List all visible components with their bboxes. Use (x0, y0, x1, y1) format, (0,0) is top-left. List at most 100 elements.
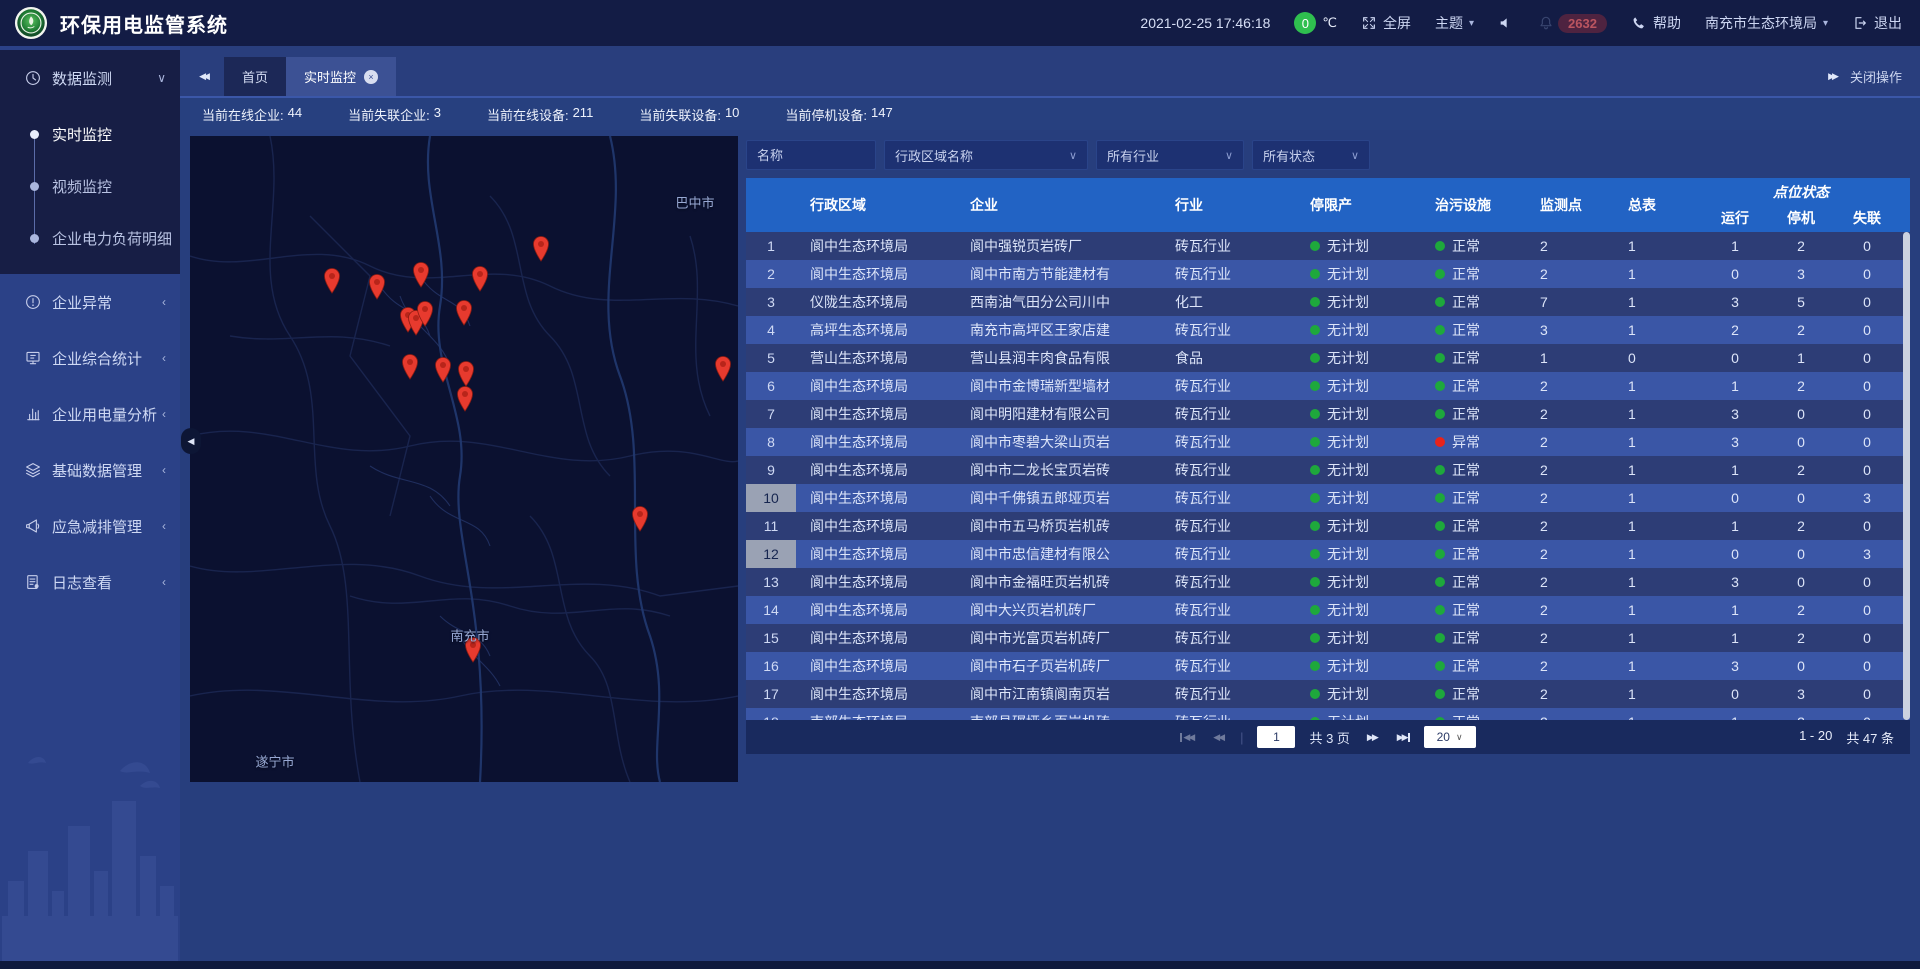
sidebar-item[interactable]: 企业异常‹ (0, 274, 180, 330)
page-size-value: 20 (1437, 730, 1450, 744)
status-text: 无计划 (1327, 712, 1369, 720)
cell-industry: 砖瓦行业 (1161, 540, 1296, 568)
table-row[interactable]: 17阆中生态环境局阆中市江南镇阆南页岩砖瓦行业无计划正常21030 (746, 680, 1910, 708)
row-index: 10 (746, 484, 796, 512)
map-pin[interactable] (322, 266, 342, 294)
table-row[interactable]: 5营山生态环境局营山县润丰肉食品有限食品无计划正常10010 (746, 344, 1910, 372)
table-row[interactable]: 10阆中生态环境局阆中千佛镇五郎垭页岩砖瓦行业无计划正常21003 (746, 484, 1910, 512)
table-row[interactable]: 6阆中生态环境局阆中市金博瑞新型墙材砖瓦行业无计划正常21120 (746, 372, 1910, 400)
cell-region: 阆中生态环境局 (796, 484, 956, 512)
sidebar-item[interactable]: 日志查看‹ (0, 554, 180, 610)
status-text: 正常 (1452, 628, 1480, 648)
table-scrollbar[interactable] (1903, 232, 1910, 720)
chevron-down-icon: ∨ (1351, 149, 1359, 162)
help-button[interactable]: 帮助 (1631, 13, 1681, 33)
close-tab-icon[interactable]: × (364, 70, 378, 84)
stat-value: 211 (573, 105, 594, 124)
sidebar-item[interactable]: 数据监测∨ (0, 50, 180, 106)
sidebar-subitem[interactable]: 实时监控 (0, 108, 180, 160)
company-name-input[interactable] (746, 140, 876, 170)
tab-实时监控[interactable]: 实时监控× (286, 57, 396, 96)
map-pin[interactable] (454, 298, 474, 326)
first-page-button[interactable]: ◀◀ (1180, 730, 1196, 745)
cell-region: 阆中生态环境局 (796, 540, 956, 568)
logout-button[interactable]: 退出 (1852, 13, 1902, 33)
table-row[interactable]: 12阆中生态环境局阆中市忠信建材有限公砖瓦行业无计划正常21003 (746, 540, 1910, 568)
table-row[interactable]: 18南部生态环境局南部县碾垭乡页岩机砖砖瓦行业无计划正常21120 (746, 708, 1910, 720)
tab-label: 首页 (242, 67, 268, 86)
horizontal-scrollbar[interactable] (0, 961, 1920, 969)
sidebar-item[interactable]: 应急减排管理‹ (0, 498, 180, 554)
cell-pollution-facility: 正常 (1421, 316, 1526, 344)
map-pin[interactable] (411, 260, 431, 288)
map-pin[interactable] (630, 504, 650, 532)
chevron-left-icon: ‹ (162, 351, 166, 365)
cell-industry: 砖瓦行业 (1161, 316, 1296, 344)
map[interactable]: 巴中市南充市遂宁市 ◀ (190, 136, 738, 782)
sidebar-item-label: 企业用电量分析 (52, 404, 157, 425)
cell-industry: 砖瓦行业 (1161, 568, 1296, 596)
page-size-select[interactable]: 20 ∨ (1424, 726, 1476, 748)
tabs-scroll-left-button[interactable]: ◀◀ (190, 63, 216, 89)
previous-page-button[interactable]: ◀◀ (1210, 730, 1226, 745)
table-row[interactable]: 9阆中生态环境局阆中市二龙长宝页岩砖砖瓦行业无计划正常21120 (746, 456, 1910, 484)
map-pin[interactable] (433, 355, 453, 383)
table-row[interactable]: 4高坪生态环境局南充市高坪区王家店建砖瓦行业无计划正常31220 (746, 316, 1910, 344)
table-row[interactable]: 3仪陇生态环境局西南油气田分公司川中化工无计划正常71350 (746, 288, 1910, 316)
column-header-limit: 停限产 (1296, 178, 1421, 232)
user-org-dropdown[interactable]: 南充市生态环境局 ▾ (1705, 13, 1828, 33)
last-page-button[interactable]: ▶▶ (1394, 730, 1410, 745)
map-pin[interactable] (470, 264, 490, 292)
map-pin[interactable] (531, 234, 551, 262)
map-collapse-handle[interactable]: ◀ (181, 428, 201, 454)
status-text: 正常 (1452, 292, 1480, 312)
status-dot-green (1310, 605, 1320, 615)
sidebar-subitem[interactable]: 视频监控 (0, 160, 180, 212)
map-pin[interactable] (455, 384, 475, 412)
table-row[interactable]: 11阆中生态环境局阆中市五马桥页岩机砖砖瓦行业无计划正常21120 (746, 512, 1910, 540)
user-org-label: 南充市生态环境局 (1705, 13, 1817, 33)
sidebar-item[interactable]: 企业用电量分析‹ (0, 386, 180, 442)
sidebar-subitem[interactable]: 企业电力负荷明细 (0, 212, 180, 264)
next-page-button[interactable]: ▶▶ (1364, 730, 1380, 745)
table-row[interactable]: 16阆中生态环境局阆中市石子页岩机砖厂砖瓦行业无计划正常21300 (746, 652, 1910, 680)
tabs-scroll-right-button[interactable]: ▶▶ (1828, 71, 1836, 82)
table-row[interactable]: 8阆中生态环境局阆中市枣碧大梁山页岩砖瓦行业无计划异常21300 (746, 428, 1910, 456)
cell-region: 阆中生态环境局 (796, 652, 956, 680)
fullscreen-button[interactable]: 全屏 (1361, 13, 1411, 33)
table-row[interactable]: 14阆中生态环境局阆中大兴页岩机砖厂砖瓦行业无计划正常21120 (746, 596, 1910, 624)
row-index: 9 (746, 456, 796, 484)
cell-offline: 3 (1834, 540, 1900, 568)
status-dot-green (1310, 661, 1320, 671)
tab-首页[interactable]: 首页 (224, 57, 286, 96)
notification-bell[interactable]: 2632 (1538, 14, 1607, 33)
chart-icon (24, 405, 42, 423)
close-operations-button[interactable]: 关闭操作 (1850, 67, 1902, 86)
cell-main-meters: 1 (1614, 400, 1702, 428)
cell-stopped: 3 (1768, 680, 1834, 708)
sidebar-item[interactable]: 基础数据管理‹ (0, 442, 180, 498)
map-pin[interactable] (456, 359, 476, 387)
page-number-input[interactable] (1257, 726, 1295, 748)
sidebar-item[interactable]: 企业综合统计‹ (0, 330, 180, 386)
map-pin[interactable] (415, 299, 435, 327)
volume-mute-icon[interactable] (1498, 15, 1514, 31)
table-row[interactable]: 13阆中生态环境局阆中市金福旺页岩机砖砖瓦行业无计划正常21300 (746, 568, 1910, 596)
table-row[interactable]: 1阆中生态环境局阆中强锐页岩砖厂砖瓦行业无计划正常21120 (746, 232, 1910, 260)
industry-select[interactable]: 所有行业 ∨ (1096, 140, 1244, 170)
sidebar-menu-block: 企业异常‹ (0, 274, 180, 330)
map-pin[interactable] (400, 352, 420, 380)
cell-pollution-facility: 正常 (1421, 680, 1526, 708)
cell-pollution-facility: 正常 (1421, 624, 1526, 652)
table-row[interactable]: 15阆中生态环境局阆中市光富页岩机砖厂砖瓦行业无计划正常21120 (746, 624, 1910, 652)
region-select[interactable]: 行政区域名称 ∨ (884, 140, 1088, 170)
cell-pollution-facility: 正常 (1421, 484, 1526, 512)
map-pin[interactable] (713, 354, 733, 382)
cell-offline: 0 (1834, 568, 1900, 596)
row-index: 18 (746, 708, 796, 720)
theme-dropdown[interactable]: 主题 ▾ (1435, 13, 1474, 33)
table-row[interactable]: 2阆中生态环境局阆中市南方节能建材有砖瓦行业无计划正常21030 (746, 260, 1910, 288)
map-pin[interactable] (367, 272, 387, 300)
status-select[interactable]: 所有状态 ∨ (1252, 140, 1370, 170)
table-row[interactable]: 7阆中生态环境局阆中明阳建材有限公司砖瓦行业无计划正常21300 (746, 400, 1910, 428)
